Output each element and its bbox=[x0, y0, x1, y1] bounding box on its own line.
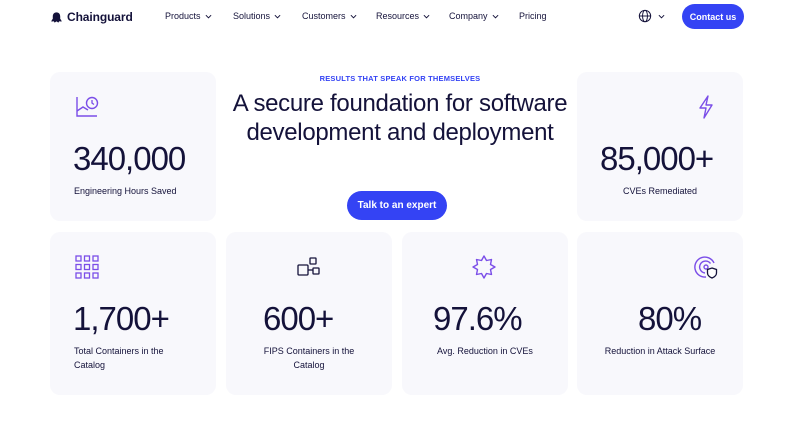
target-shield-icon bbox=[694, 256, 718, 279]
stat-label: Engineering Hours Saved bbox=[74, 186, 177, 196]
contact-us-button[interactable]: Contact us bbox=[682, 4, 744, 29]
stat-label: CVEs Remediated bbox=[622, 186, 698, 196]
stat-value: 97.6% bbox=[433, 300, 523, 337]
chevron-down-icon bbox=[423, 14, 430, 18]
globe-icon bbox=[638, 9, 652, 23]
nav-company-label: Company bbox=[449, 11, 488, 21]
nav-products[interactable]: Products bbox=[165, 11, 212, 21]
nav-solutions-label: Solutions bbox=[233, 11, 271, 21]
stat-card-fips-containers: 600+ FIPS Containers in the Catalog bbox=[226, 232, 392, 395]
stat-value: 80% bbox=[638, 300, 702, 337]
nav-company[interactable]: Company bbox=[449, 11, 499, 21]
nav-pricing-label: Pricing bbox=[519, 11, 547, 21]
grid-icon bbox=[75, 255, 99, 279]
brand-logo[interactable]: Chainguard bbox=[50, 10, 133, 24]
stat-card-total-containers: 1,700+ Total Containers in the Catalog bbox=[50, 232, 216, 395]
hero-eyebrow: RESULTS THAT SPEAK FOR THEMSELVES bbox=[319, 74, 481, 83]
stat-card-engineering-hours: 340,000 Engineering Hours Saved bbox=[50, 72, 216, 221]
nav-products-label: Products bbox=[165, 11, 201, 21]
chevron-down-icon bbox=[205, 14, 211, 18]
stat-value: 600+ bbox=[263, 300, 334, 337]
top-navigation: Chainguard Products Solutions Customers … bbox=[0, 0, 800, 34]
stat-label: Avg. Reduction in CVEs bbox=[437, 346, 533, 356]
brand-name: Chainguard bbox=[67, 10, 133, 24]
lightning-icon bbox=[699, 95, 713, 119]
stat-value: 340,000 bbox=[73, 140, 186, 177]
nav-pricing[interactable]: Pricing bbox=[519, 11, 547, 21]
nav-customers-label: Customers bbox=[302, 11, 346, 21]
chart-clock-icon bbox=[76, 96, 99, 117]
stat-label: Total Containers in the Catalog bbox=[74, 346, 164, 370]
stat-label: FIPS Containers in the Catalog bbox=[263, 346, 355, 370]
stat-card-attack-surface: 80% Reduction in Attack Surface bbox=[577, 232, 743, 395]
stat-value: 1,700+ bbox=[73, 300, 170, 337]
hero-title: A secure foundation for software develop… bbox=[232, 90, 568, 146]
stat-card-cves-remediated: 85,000+ CVEs Remediated bbox=[577, 72, 743, 221]
nav-customers[interactable]: Customers bbox=[302, 11, 357, 21]
nav-solutions[interactable]: Solutions bbox=[233, 11, 281, 21]
nav-resources-label: Resources bbox=[376, 11, 420, 21]
nav-resources[interactable]: Resources bbox=[376, 11, 430, 21]
chevron-down-icon bbox=[658, 14, 665, 18]
stat-label: Reduction in Attack Surface bbox=[604, 346, 716, 356]
badge-star-icon bbox=[472, 255, 496, 279]
chainguard-octopus-icon bbox=[51, 11, 62, 23]
stat-value: 85,000+ bbox=[600, 140, 714, 177]
chevron-down-icon bbox=[350, 14, 356, 18]
chevron-down-icon bbox=[274, 14, 281, 18]
talk-to-expert-button[interactable]: Talk to an expert bbox=[347, 191, 447, 220]
containers-icon bbox=[297, 257, 320, 276]
chevron-down-icon bbox=[492, 14, 498, 18]
language-selector[interactable] bbox=[638, 9, 665, 23]
stat-card-avg-reduction-cves: 97.6% Avg. Reduction in CVEs bbox=[402, 232, 568, 395]
